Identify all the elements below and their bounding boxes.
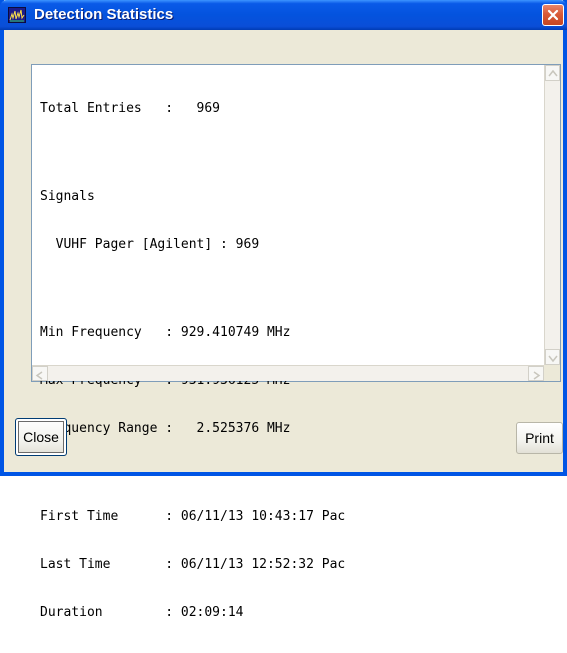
chevron-down-icon [548, 355, 558, 363]
stats-gap [40, 149, 345, 157]
spectrum-app-icon [8, 7, 26, 23]
chevron-up-icon [548, 69, 558, 77]
horizontal-scrollbar[interactable] [32, 365, 544, 381]
vertical-scrollbar[interactable] [544, 65, 560, 365]
scroll-down-button[interactable] [545, 349, 560, 365]
stats-line-signals: Signals [40, 189, 95, 204]
stats-line-signal-entry: VUHF Pager [Agilent] : 969 [40, 237, 260, 252]
stats-gap [40, 285, 345, 293]
scrollbar-corner [544, 365, 560, 381]
close-button[interactable]: Close [15, 418, 67, 456]
chevron-left-icon [35, 371, 43, 380]
scroll-up-button[interactable] [545, 65, 560, 81]
stats-line-total-entries: Total Entries : 969 [40, 101, 221, 116]
chevron-right-icon [533, 371, 541, 380]
scroll-left-button[interactable] [32, 366, 48, 381]
print-button[interactable]: Print [516, 422, 563, 454]
close-icon [547, 9, 559, 21]
stats-line-duration: Duration : 02:09:14 [40, 605, 244, 620]
stats-line-last-time: Last Time : 06/11/13 12:52:32 Pac [40, 557, 346, 572]
close-window-button[interactable] [542, 4, 564, 26]
stats-line-min-frequency: Min Frequency : 929.410749 MHz [40, 325, 291, 340]
stats-line-frequency-range: Frequency Range : 2.525376 MHz [40, 421, 291, 436]
title-bar[interactable]: Detection Statistics [0, 0, 567, 30]
window-title: Detection Statistics [34, 6, 174, 23]
stats-line-first-time: First Time : 06/11/13 10:43:17 Pac [40, 509, 346, 524]
detection-statistics-window: Detection Statistics Total Entries : 969… [0, 0, 567, 620]
scroll-right-button[interactable] [528, 366, 544, 381]
statistics-content: Total Entries : 969 Signals VUHF Pager [… [40, 69, 345, 653]
statistics-text-area[interactable]: Total Entries : 969 Signals VUHF Pager [… [31, 64, 561, 620]
